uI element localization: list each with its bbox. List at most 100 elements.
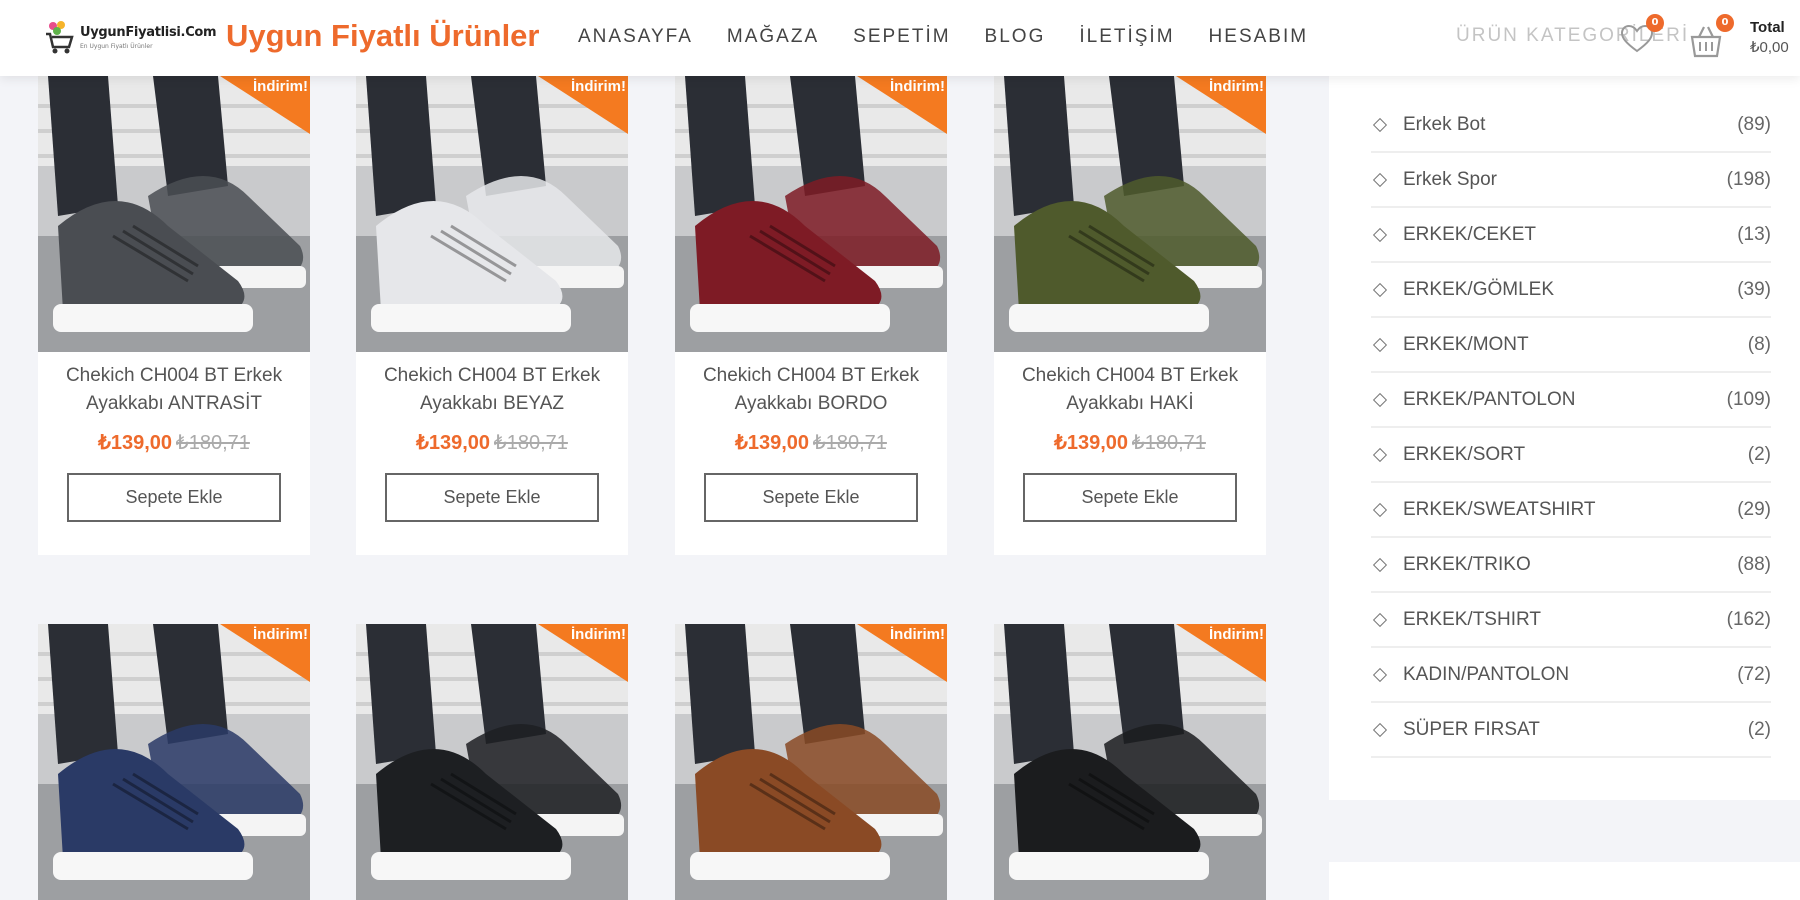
cart-total-value: ₺0,00 — [1750, 38, 1789, 56]
nav-blog[interactable]: BLOG — [985, 26, 1046, 48]
site-logo[interactable]: UygunFiyatlisi.Com En Uygun Fiyatlı Ürün… — [44, 20, 217, 54]
category-count: (39) — [1737, 278, 1771, 300]
diamond-bullet-icon — [1372, 667, 1388, 682]
discount-badge: İndirim! — [571, 78, 626, 95]
nav-iletisim[interactable]: İLETİŞİM — [1079, 26, 1174, 48]
product-image[interactable]: İndirim! — [356, 624, 628, 900]
category-name: Erkek Bot — [1403, 113, 1486, 135]
discount-badge: İndirim! — [253, 78, 308, 95]
discount-badge: İndirim! — [253, 626, 308, 643]
category-name: ERKEK/CEKET — [1403, 223, 1537, 245]
wishlist-button[interactable]: 0 — [1620, 14, 1664, 54]
original-price: ₺180,71 — [813, 432, 887, 454]
category-item[interactable]: ERKEK/CEKET (13) — [1371, 208, 1771, 263]
product-image[interactable]: İndirim! — [675, 624, 947, 900]
category-name: ERKEK/PANTOLON — [1403, 388, 1576, 410]
diamond-bullet-icon — [1372, 722, 1388, 737]
sidebar-widget — [1329, 862, 1800, 900]
product-card[interactable]: İndirim! Chekich CH004 BT Erkek Ayakkabı … — [675, 76, 947, 555]
add-to-cart-button[interactable]: Sepete Ekle — [67, 473, 281, 522]
product-card[interactable]: İndirim! Chekich CH004 BT Erkek Ayakkabı … — [356, 76, 628, 555]
logo-name: UygunFiyatlisi.Com — [80, 24, 217, 40]
category-item[interactable]: SÜPER FIRSAT (2) — [1371, 703, 1771, 758]
product-image[interactable]: İndirim! — [356, 76, 628, 352]
category-name: ERKEK/TRIKO — [1403, 553, 1531, 575]
category-count: (109) — [1726, 388, 1771, 410]
add-to-cart-button[interactable]: Sepete Ekle — [1023, 473, 1237, 522]
category-name: ERKEK/TSHIRT — [1403, 608, 1541, 630]
product-price: ₺139,00 ₺180,71 — [675, 430, 947, 455]
sale-price: ₺139,00 — [1054, 432, 1128, 454]
original-price: ₺180,71 — [1132, 432, 1206, 454]
category-item[interactable]: Erkek Spor (198) — [1371, 153, 1771, 208]
nav-anasayfa[interactable]: ANASAYFA — [578, 26, 693, 48]
product-image[interactable]: İndirim! — [38, 624, 310, 900]
product-image[interactable]: İndirim! — [994, 76, 1266, 352]
cart-logo-icon — [44, 20, 74, 54]
sale-price: ₺139,00 — [416, 432, 490, 454]
product-card[interactable]: İndirim! — [994, 624, 1266, 900]
category-name: SÜPER FIRSAT — [1403, 718, 1540, 740]
category-count: (88) — [1737, 553, 1771, 575]
category-item[interactable]: ERKEK/GÖMLEK (39) — [1371, 263, 1771, 318]
add-to-cart-button[interactable]: Sepete Ekle — [704, 473, 918, 522]
logo-tagline: En Uygun Fiyatlı Ürünler — [80, 42, 153, 50]
diamond-bullet-icon — [1372, 282, 1388, 297]
category-name: ERKEK/GÖMLEK — [1403, 278, 1554, 300]
category-name: ERKEK/SORT — [1403, 443, 1526, 465]
nav-hesabim[interactable]: HESABIM — [1209, 26, 1309, 48]
product-card[interactable]: İndirim! Chekich CH004 BT Erkek Ayakkabı … — [38, 76, 310, 555]
category-name: ERKEK/SWEATSHIRT — [1403, 498, 1596, 520]
nav-sepetim[interactable]: SEPETİM — [853, 26, 950, 48]
product-image[interactable]: İndirim! — [675, 76, 947, 352]
category-item[interactable]: ERKEK/TSHIRT (162) — [1371, 593, 1771, 648]
product-price: ₺139,00 ₺180,71 — [38, 430, 310, 455]
product-name[interactable]: Chekich CH004 BT Erkek Ayakkabı BORDO — [675, 362, 947, 418]
product-card[interactable]: İndirim! — [38, 624, 310, 900]
category-item[interactable]: Erkek Bot (89) — [1371, 98, 1771, 153]
category-item[interactable]: ERKEK/SORT (2) — [1371, 428, 1771, 483]
category-item[interactable]: ERKEK/MONT (8) — [1371, 318, 1771, 373]
product-name[interactable]: Chekich CH004 BT Erkek Ayakkabı BEYAZ — [356, 362, 628, 418]
product-price: ₺139,00 ₺180,71 — [994, 430, 1266, 455]
diamond-bullet-icon — [1372, 557, 1388, 572]
cart-total-label: Total — [1750, 19, 1785, 36]
cart-button[interactable]: 0 — [1688, 14, 1734, 58]
category-count: (162) — [1726, 608, 1771, 630]
diamond-bullet-icon — [1372, 502, 1388, 517]
product-image[interactable]: İndirim! — [38, 76, 310, 352]
diamond-bullet-icon — [1372, 447, 1388, 462]
sale-price: ₺139,00 — [98, 432, 172, 454]
diamond-bullet-icon — [1372, 172, 1388, 187]
product-card[interactable]: İndirim! Chekich CH004 BT Erkek Ayakkabı … — [994, 76, 1266, 555]
discount-badge: İndirim! — [890, 626, 945, 643]
discount-badge: İndirim! — [571, 626, 626, 643]
original-price: ₺180,71 — [176, 432, 250, 454]
product-card[interactable]: İndirim! — [675, 624, 947, 900]
category-count: (72) — [1737, 663, 1771, 685]
category-sidebar: Erkek Bot (89) Erkek Spor (198) ERKEK/CEKET (… — [1329, 76, 1800, 800]
category-name: ERKEK/MONT — [1403, 333, 1529, 355]
cart-count-badge: 0 — [1716, 14, 1734, 32]
product-name[interactable]: Chekich CH004 BT Erkek Ayakkabı HAKİ — [994, 362, 1266, 418]
wishlist-count-badge: 0 — [1646, 14, 1664, 32]
product-name[interactable]: Chekich CH004 BT Erkek Ayakkabı ANTRASİT — [38, 362, 310, 418]
nav-magaza[interactable]: MAĞAZA — [727, 26, 819, 48]
category-item[interactable]: ERKEK/TRIKO (88) — [1371, 538, 1771, 593]
category-count: (13) — [1737, 223, 1771, 245]
add-to-cart-button[interactable]: Sepete Ekle — [385, 473, 599, 522]
category-item[interactable]: KADIN/PANTOLON (72) — [1371, 648, 1771, 703]
product-price: ₺139,00 ₺180,71 — [356, 430, 628, 455]
category-count: (8) — [1747, 333, 1771, 355]
product-card[interactable]: İndirim! — [356, 624, 628, 900]
site-title[interactable]: Uygun Fiyatlı Ürünler — [226, 18, 539, 54]
category-item[interactable]: ERKEK/PANTOLON (109) — [1371, 373, 1771, 428]
category-count: (89) — [1737, 113, 1771, 135]
category-name: KADIN/PANTOLON — [1403, 663, 1570, 685]
category-name: Erkek Spor — [1403, 168, 1497, 190]
product-image[interactable]: İndirim! — [994, 624, 1266, 900]
category-count: (198) — [1726, 168, 1771, 190]
category-item[interactable]: ERKEK/SWEATSHIRT (29) — [1371, 483, 1771, 538]
cart-total[interactable]: Total ₺0,00 — [1750, 18, 1789, 57]
discount-badge: İndirim! — [890, 78, 945, 95]
